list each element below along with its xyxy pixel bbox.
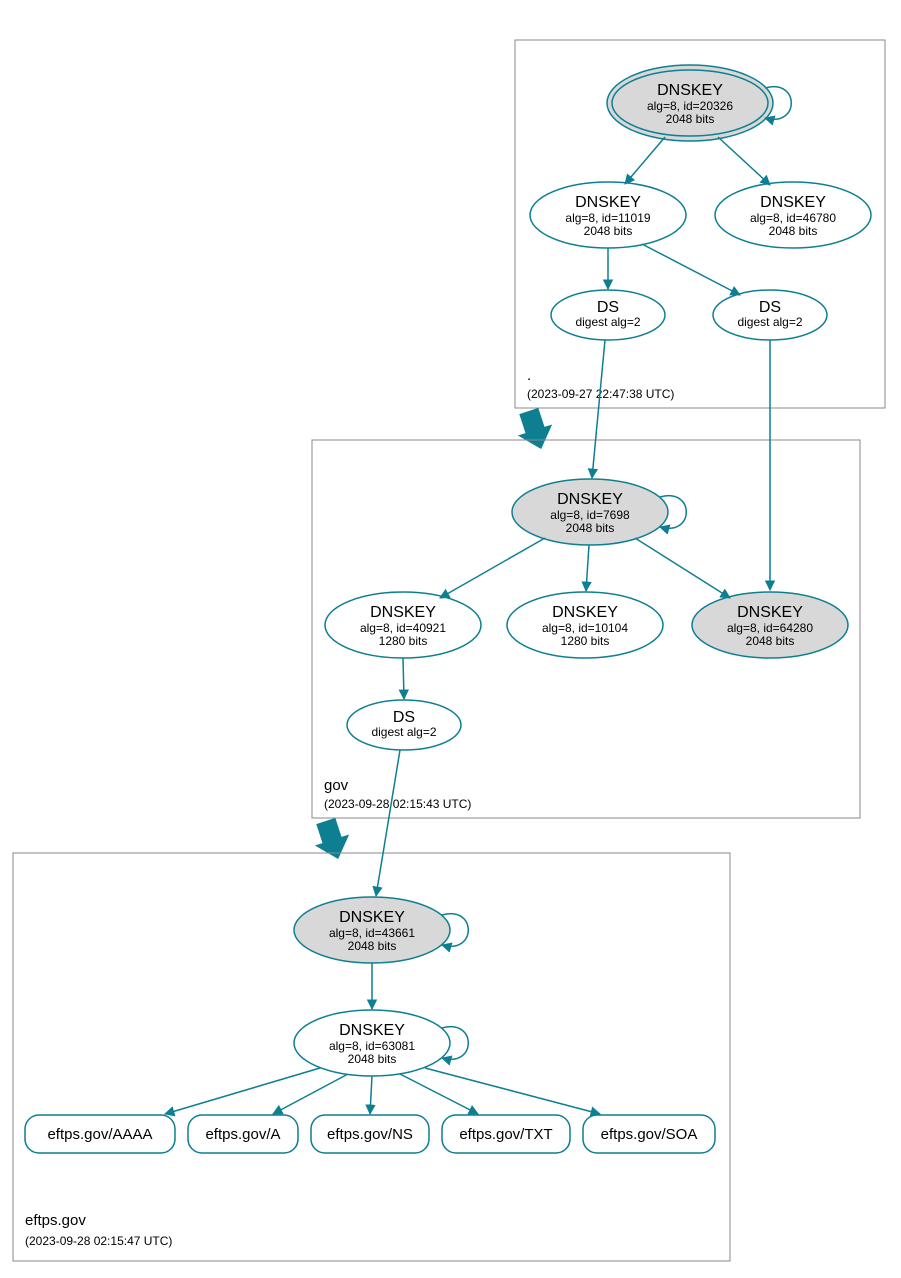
svg-text:2048 bits: 2048 bits <box>348 1052 397 1066</box>
svg-text:alg=8, id=46780: alg=8, id=46780 <box>750 211 836 225</box>
node-eftps-zsk: DNSKEY alg=8, id=63081 2048 bits <box>294 1010 450 1076</box>
record-txt: eftps.gov/TXT <box>442 1115 570 1153</box>
node-root-ksk: DNSKEY alg=8, id=20326 2048 bits <box>607 65 773 141</box>
zone-root-name: . <box>527 367 531 384</box>
svg-text:2048 bits: 2048 bits <box>769 224 818 238</box>
zone-eftps-timestamp: (2023-09-28 02:15:47 UTC) <box>25 1234 172 1248</box>
svg-text:2048 bits: 2048 bits <box>666 112 715 126</box>
record-aaaa: eftps.gov/AAAA <box>25 1115 175 1153</box>
edge-govksk-zsk1 <box>440 538 545 598</box>
edge-govds-eftpsksk <box>376 750 400 896</box>
node-gov-zsk3: DNSKEY alg=8, id=64280 2048 bits <box>692 592 848 658</box>
zone-arrow-gov-eftps <box>309 815 356 864</box>
node-root-ds2: DS digest alg=2 <box>713 290 827 340</box>
node-gov-ksk: DNSKEY alg=8, id=7698 2048 bits <box>512 479 668 545</box>
svg-text:DNSKEY: DNSKEY <box>760 194 826 211</box>
svg-text:1280 bits: 1280 bits <box>379 634 428 648</box>
edge-rootksk-zsk1 <box>625 137 665 184</box>
svg-text:alg=8, id=64280: alg=8, id=64280 <box>727 621 813 635</box>
zone-gov-timestamp: (2023-09-28 02:15:43 UTC) <box>324 797 471 811</box>
node-eftps-ksk: DNSKEY alg=8, id=43661 2048 bits <box>294 897 450 963</box>
svg-text:2048 bits: 2048 bits <box>584 224 633 238</box>
node-root-zsk2: DNSKEY alg=8, id=46780 2048 bits <box>715 182 871 248</box>
edge-govksk-zsk3 <box>635 538 730 598</box>
node-root-zsk1: DNSKEY alg=8, id=11019 2048 bits <box>530 182 686 248</box>
edge-zsk1-ds2 <box>642 244 740 295</box>
svg-text:alg=8, id=63081: alg=8, id=63081 <box>329 1039 415 1053</box>
node-gov-zsk1: DNSKEY alg=8, id=40921 1280 bits <box>325 592 481 658</box>
svg-text:eftps.gov/TXT: eftps.gov/TXT <box>459 1126 552 1143</box>
zone-eftps-name: eftps.gov <box>25 1212 86 1229</box>
edge-ds1-govksk <box>592 340 605 478</box>
edge-rootksk-zsk2 <box>718 137 770 185</box>
zone-gov-name: gov <box>324 777 349 794</box>
svg-text:1280 bits: 1280 bits <box>561 634 610 648</box>
svg-text:eftps.gov/A: eftps.gov/A <box>205 1126 280 1143</box>
node-root-ds1: DS digest alg=2 <box>551 290 665 340</box>
svg-text:DS: DS <box>597 299 619 316</box>
node-gov-zsk2: DNSKEY alg=8, id=10104 1280 bits <box>507 592 663 658</box>
record-a: eftps.gov/A <box>188 1115 298 1153</box>
svg-text:2048 bits: 2048 bits <box>746 634 795 648</box>
svg-text:digest alg=2: digest alg=2 <box>371 725 436 739</box>
svg-text:eftps.gov/SOA: eftps.gov/SOA <box>601 1126 698 1143</box>
svg-text:alg=8, id=40921: alg=8, id=40921 <box>360 621 446 635</box>
svg-text:DS: DS <box>393 709 415 726</box>
svg-text:DNSKEY: DNSKEY <box>339 909 405 926</box>
edge-zsk-a <box>273 1074 348 1114</box>
edge-zsk-txt <box>400 1074 478 1114</box>
svg-text:DNSKEY: DNSKEY <box>737 604 803 621</box>
svg-text:alg=8, id=20326: alg=8, id=20326 <box>647 99 733 113</box>
node-gov-ds: DS digest alg=2 <box>347 700 461 750</box>
svg-text:eftps.gov/NS: eftps.gov/NS <box>327 1126 413 1143</box>
svg-text:alg=8, id=43661: alg=8, id=43661 <box>329 926 415 940</box>
svg-text:DS: DS <box>759 299 781 316</box>
svg-text:DNSKEY: DNSKEY <box>575 194 641 211</box>
svg-text:2048 bits: 2048 bits <box>566 521 615 535</box>
edge-zsk-ns <box>370 1076 372 1114</box>
svg-text:DNSKEY: DNSKEY <box>370 604 436 621</box>
svg-text:alg=8, id=10104: alg=8, id=10104 <box>542 621 628 635</box>
edge-zsk-aaaa <box>165 1068 320 1114</box>
svg-text:alg=8, id=11019: alg=8, id=11019 <box>565 211 651 225</box>
svg-text:DNSKEY: DNSKEY <box>552 604 618 621</box>
record-soa: eftps.gov/SOA <box>583 1115 715 1153</box>
svg-text:digest alg=2: digest alg=2 <box>575 315 640 329</box>
svg-text:digest alg=2: digest alg=2 <box>737 315 802 329</box>
svg-text:alg=8, id=7698: alg=8, id=7698 <box>550 508 630 522</box>
svg-text:DNSKEY: DNSKEY <box>657 82 723 99</box>
edge-govksk-zsk2 <box>586 545 589 591</box>
svg-text:DNSKEY: DNSKEY <box>339 1022 405 1039</box>
svg-text:DNSKEY: DNSKEY <box>557 491 623 508</box>
dnssec-diagram: . (2023-09-27 22:47:38 UTC) DNSKEY alg=8… <box>0 0 901 1278</box>
zone-arrow-root-gov <box>512 405 559 454</box>
svg-text:2048 bits: 2048 bits <box>348 939 397 953</box>
record-ns: eftps.gov/NS <box>311 1115 429 1153</box>
edge-zsk-soa <box>425 1068 600 1114</box>
svg-text:eftps.gov/AAAA: eftps.gov/AAAA <box>47 1126 152 1143</box>
edge-govzsk1-ds <box>403 658 404 699</box>
